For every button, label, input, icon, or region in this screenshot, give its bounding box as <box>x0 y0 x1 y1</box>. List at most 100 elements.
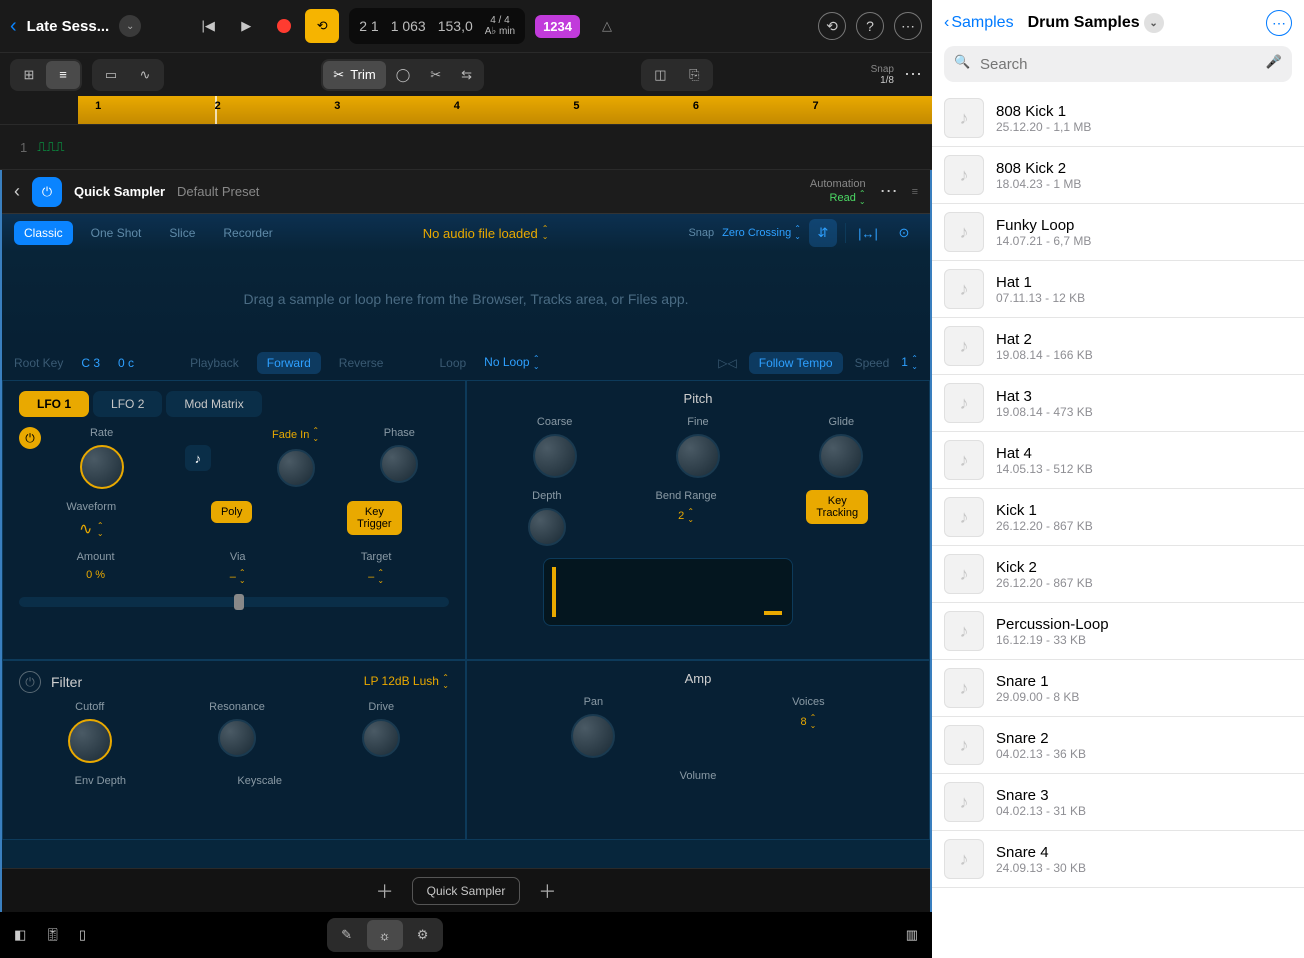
zoom-vertical-icon[interactable]: ⇵ <box>809 219 837 247</box>
count-in-button[interactable]: 1234 <box>535 15 580 38</box>
key-tracking-button[interactable]: Key Tracking <box>806 490 868 524</box>
key-trigger-button[interactable]: Key Trigger <box>347 501 401 535</box>
fade-in-label[interactable]: Fade In ⌃⌄ <box>272 427 319 443</box>
zoom-fit-icon[interactable]: |↔| <box>854 219 882 247</box>
loop-mode-icon[interactable]: ◯ <box>386 61 421 89</box>
play-button[interactable]: ▶ <box>229 9 263 43</box>
list-item[interactable]: ♪Percussion-Loop16.12.19 - 33 KB <box>932 603 1304 660</box>
phase-knob[interactable] <box>380 445 418 483</box>
waveform-selector[interactable]: ∿ ⌃⌄ <box>79 519 104 539</box>
lfo-power-icon[interactable]: ⏻ <box>19 427 41 449</box>
browser-back-button[interactable]: ‹Samples <box>944 14 1014 32</box>
list-view-icon[interactable]: ≡ <box>46 61 80 89</box>
trim-mode[interactable]: ✂Trim <box>323 61 385 89</box>
plugin-power-button[interactable]: ⏻ <box>32 177 62 207</box>
target-value[interactable]: – ⌃⌄ <box>368 569 384 585</box>
faders-icon[interactable]: ▯ <box>79 927 86 943</box>
timeline-ruler[interactable]: 1234567 <box>78 96 932 124</box>
fade-in-knob[interactable] <box>277 449 315 487</box>
list-item[interactable]: ♪Funky Loop14.07.21 - 6,7 MB <box>932 204 1304 261</box>
mode-oneshot[interactable]: One Shot <box>81 221 152 245</box>
lcd-display[interactable]: 2 1 1 063 153,0 4 / 4A♭ min <box>349 8 525 44</box>
track-lane[interactable] <box>170 125 932 169</box>
fine-knob[interactable] <box>676 434 720 478</box>
coarse-knob[interactable] <box>533 434 577 478</box>
plugin-more-icon[interactable]: ⋯ <box>880 181 898 202</box>
mic-icon[interactable]: 🎤 <box>1266 54 1282 70</box>
chevron-down-icon[interactable]: ⌄ <box>1144 13 1164 33</box>
list-item[interactable]: ♪808 Kick 218.04.23 - 1 MB <box>932 147 1304 204</box>
browser-more-icon[interactable]: ⋯ <box>1266 10 1292 36</box>
list-item[interactable]: ♪Kick 126.12.20 - 867 KB <box>932 489 1304 546</box>
track-header[interactable]: 1 ⎍⎍⎍ <box>0 125 170 169</box>
undo-icon[interactable]: ⟲ <box>818 12 846 40</box>
cycle-button[interactable]: ⟲ <box>305 9 339 43</box>
list-item[interactable]: ♪Snare 204.02.13 - 36 KB <box>932 717 1304 774</box>
via-value[interactable]: – ⌃⌄ <box>230 569 246 585</box>
project-title[interactable]: Late Sess... <box>27 18 110 35</box>
list-item[interactable]: ♪Kick 226.12.20 - 867 KB <box>932 546 1304 603</box>
rate-sync-icon[interactable]: ♪ <box>185 445 211 471</box>
mixer-icon[interactable]: 🎚 <box>44 927 61 943</box>
cutoff-knob[interactable] <box>68 719 112 763</box>
tab-lfo1[interactable]: LFO 1 <box>19 391 89 417</box>
automation-mode[interactable]: Read ⌃⌄ <box>810 190 866 206</box>
pan-knob[interactable] <box>571 714 615 758</box>
chain-slot-quick-sampler[interactable]: Quick Sampler <box>412 877 521 905</box>
grid-view-icon[interactable]: ⊞ <box>12 61 46 89</box>
file-load-menu[interactable]: No audio file loaded⌃⌄ <box>423 225 549 241</box>
loop-value[interactable]: No Loop ⌃⌄ <box>484 355 539 371</box>
back-icon[interactable]: ‹ <box>10 15 17 38</box>
mode-classic[interactable]: Classic <box>14 221 73 245</box>
resonance-knob[interactable] <box>218 719 256 757</box>
pitch-envelope[interactable] <box>543 558 793 626</box>
project-menu-icon[interactable]: ⌄ <box>119 15 141 37</box>
root-cents-value[interactable]: 0 c <box>118 356 134 370</box>
tab-mod-matrix[interactable]: Mod Matrix <box>166 391 261 417</box>
list-item[interactable]: ♪Hat 107.11.13 - 12 KB <box>932 261 1304 318</box>
settings-icon[interactable]: ⚙ <box>405 920 441 950</box>
reverse-button[interactable]: Reverse <box>339 356 384 370</box>
region-view-icon[interactable]: ▭ <box>94 61 128 89</box>
plugin-back-icon[interactable]: ‹ <box>14 181 20 202</box>
add-plugin-right-icon[interactable]: ＋ <box>534 878 560 904</box>
list-item[interactable]: ♪Snare 304.02.13 - 31 KB <box>932 774 1304 831</box>
search-input[interactable] <box>944 46 1292 82</box>
list-item[interactable]: ♪Hat 319.08.14 - 473 KB <box>932 375 1304 432</box>
speed-value[interactable]: 1 ⌃⌄ <box>901 355 918 371</box>
amount-value[interactable]: 0 % <box>86 569 105 581</box>
list-item[interactable]: ♪Hat 414.05.13 - 512 KB <box>932 432 1304 489</box>
plugin-handle-icon[interactable]: ≡ <box>912 186 918 198</box>
sampler-more-icon[interactable]: ⊙ <box>890 219 918 247</box>
amount-slider[interactable] <box>19 597 449 607</box>
glide-knob[interactable] <box>819 434 863 478</box>
sample-drop-area[interactable]: Drag a sample or loop here from the Brow… <box>2 252 930 346</box>
help-icon[interactable]: ? <box>856 12 884 40</box>
stretch-mode-icon[interactable]: ⇆ <box>451 61 482 89</box>
edit-icon[interactable]: ✎ <box>329 920 365 950</box>
plugin-preset[interactable]: Default Preset <box>177 184 259 199</box>
controls-icon[interactable]: ☼ <box>367 920 403 950</box>
select-tool-icon[interactable]: ◫ <box>643 61 677 89</box>
list-item[interactable]: ♪Hat 219.08.14 - 166 KB <box>932 318 1304 375</box>
drive-knob[interactable] <box>362 719 400 757</box>
browser-icon[interactable]: ◧ <box>14 927 26 943</box>
add-plugin-left-icon[interactable]: ＋ <box>372 878 398 904</box>
list-item[interactable]: ♪Snare 424.09.13 - 30 KB <box>932 831 1304 888</box>
toolbar-more-icon[interactable]: ⋯ <box>904 64 922 85</box>
sampler-snap-value[interactable]: Zero Crossing ⌃⌄ <box>722 225 801 241</box>
list-item[interactable]: ♪Snare 129.09.00 - 8 KB <box>932 660 1304 717</box>
voices-value[interactable]: 8 ⌃⌄ <box>800 714 816 730</box>
filter-power-icon[interactable]: ⏻ <box>19 671 41 693</box>
copy-tool-icon[interactable]: ⎘ <box>677 61 711 89</box>
more-icon[interactable]: ⋯ <box>894 12 922 40</box>
filter-type-menu[interactable]: LP 12dB Lush ⌃⌄ <box>364 674 449 690</box>
list-item[interactable]: ♪808 Kick 125.12.20 - 1,1 MB <box>932 90 1304 147</box>
poly-button[interactable]: Poly <box>211 501 252 523</box>
bend-range-value[interactable]: 2 ⌃⌄ <box>678 508 694 524</box>
split-mode-icon[interactable]: ✂ <box>420 61 451 89</box>
record-button[interactable] <box>267 9 301 43</box>
browser-title[interactable]: Drum Samples⌄ <box>1028 13 1164 33</box>
tab-lfo2[interactable]: LFO 2 <box>93 391 162 417</box>
snap-label[interactable]: Snap 1/8 <box>871 64 894 86</box>
